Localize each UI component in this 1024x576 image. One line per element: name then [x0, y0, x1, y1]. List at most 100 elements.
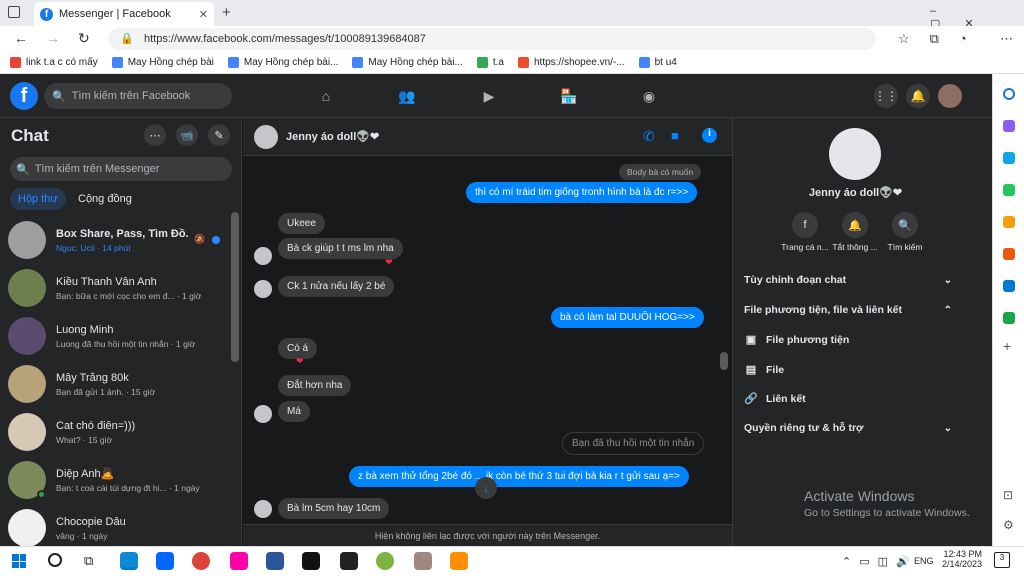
- media-files-row[interactable]: File phương tiện, file và liên kết ⌃: [744, 304, 974, 316]
- messenger-search-input[interactable]: 🔍 Tìm kiếm trên Messenger: [10, 157, 232, 181]
- privacy-row[interactable]: Quyền riêng tư & hỗ trợ ⌄: [744, 422, 974, 434]
- tree-icon[interactable]: [1003, 312, 1015, 324]
- shopping-icon[interactable]: [1003, 152, 1015, 164]
- tools-icon[interactable]: [1003, 184, 1015, 196]
- watch-icon[interactable]: ▶: [480, 88, 498, 104]
- photos-icon[interactable]: [414, 552, 432, 570]
- more-icon[interactable]: ⋯: [1000, 31, 1013, 47]
- conversation-item[interactable]: Kiều Thanh Vân Anh Bạn: bữa c mới cọc ch…: [8, 264, 230, 312]
- sidebar-toggle-icon[interactable]: ⊡: [1003, 488, 1013, 502]
- message-bubble[interactable]: z bà xem thử tổng 2bé đó ... ik còn bé t…: [349, 466, 689, 487]
- games-icon[interactable]: [1003, 216, 1015, 228]
- url-field[interactable]: 🔒 https://www.facebook.com/messages/t/10…: [108, 28, 876, 50]
- new-tab-icon[interactable]: +: [222, 4, 231, 21]
- contact-avatar[interactable]: [254, 125, 278, 149]
- clock[interactable]: 12:43 PM 2/14/2023: [940, 549, 982, 569]
- notifications-icon[interactable]: 🔔: [906, 84, 930, 108]
- bookmark-item[interactable]: link t.a c có mấy: [10, 57, 98, 68]
- notification-center-icon[interactable]: 3: [994, 552, 1010, 568]
- message-bubble[interactable]: Body bà có muốn: [619, 164, 702, 180]
- docs-icon: [227, 57, 239, 68]
- search-icon[interactable]: [1003, 88, 1015, 100]
- start-icon[interactable]: [12, 554, 26, 568]
- conversation-item[interactable]: Mây Trắng 80k Bạn đã gửi 1 ảnh. · 15 giờ: [8, 360, 230, 408]
- browser-tab[interactable]: f Messenger | Facebook ✕: [34, 2, 214, 26]
- marketplace-icon[interactable]: 🏪: [560, 88, 578, 104]
- app-icon[interactable]: [230, 552, 248, 570]
- settings-icon[interactable]: ⚙: [1003, 518, 1014, 532]
- unread-dot: [212, 236, 220, 244]
- media-row[interactable]: ▣ File phương tiện: [744, 333, 974, 347]
- refresh-icon[interactable]: ↻: [78, 30, 90, 47]
- links-row[interactable]: 🔗 Liên kết: [744, 392, 974, 406]
- avatar: [8, 461, 46, 499]
- search-icon[interactable]: [48, 553, 62, 567]
- chat-scrollbar[interactable]: [720, 352, 728, 370]
- message-bubble[interactable]: Đắt hơn nha: [278, 375, 352, 396]
- file-row[interactable]: ▤ File: [744, 363, 974, 377]
- conversation-item[interactable]: Luong Minh Luong đã thu hồi một tin nhắn…: [8, 312, 230, 360]
- paint-icon[interactable]: [376, 552, 394, 570]
- contact-name[interactable]: Jenny áo doll👽❤: [286, 130, 379, 143]
- bookmark-item[interactable]: https://shopee.vn/-...: [518, 57, 625, 68]
- bookmark-item[interactable]: bt u4: [638, 57, 677, 68]
- tab-actions-icon[interactable]: [8, 6, 20, 18]
- lock-icon[interactable]: 🔒: [120, 32, 134, 45]
- info-icon[interactable]: i: [702, 128, 717, 143]
- avatar: [8, 509, 46, 546]
- message-bubble[interactable]: Ck 1 nửa nếu lấy 2 bé: [278, 276, 395, 297]
- language-indicator[interactable]: ENG: [914, 556, 934, 566]
- search-action[interactable]: 🔍 Tìm kiếm: [875, 212, 935, 252]
- facebook-search[interactable]: 🔍 Tìm kiếm trên Facebook: [44, 83, 232, 109]
- edge-icon[interactable]: [120, 552, 138, 570]
- bookmark-item[interactable]: May Hồng chép bài...: [227, 57, 338, 68]
- tray-icons[interactable]: ⌃▭◫🔊: [842, 555, 918, 568]
- conversation-item[interactable]: Cat chó điên=))) What? · 15 giờ: [8, 408, 230, 456]
- discover-icon[interactable]: [1003, 120, 1015, 132]
- tab-inbox[interactable]: Hộp thư: [10, 188, 66, 210]
- home-icon[interactable]: ⌂: [317, 88, 335, 104]
- office-icon[interactable]: [1003, 248, 1015, 260]
- new-message-icon[interactable]: ✎: [208, 124, 230, 146]
- menu-icon[interactable]: ⋮⋮: [874, 84, 898, 108]
- word-icon[interactable]: [266, 552, 284, 570]
- task-view-icon[interactable]: ⧉: [84, 553, 93, 569]
- message-bubble[interactable]: Ukeee: [278, 213, 325, 234]
- zalo-icon[interactable]: [156, 552, 174, 570]
- conversation-item[interactable]: Box Share, Pass, Tìm Đồ. Ngọc: Ucii · 14…: [8, 216, 230, 264]
- message-bubble[interactable]: Bà lm 5cm hay 10cm: [278, 498, 390, 519]
- forward-icon[interactable]: →: [46, 30, 60, 46]
- groups-icon[interactable]: ◉: [640, 88, 658, 104]
- video-icon[interactable]: ■: [671, 128, 679, 143]
- profile-avatar[interactable]: [938, 84, 962, 108]
- avatar: [8, 221, 46, 259]
- message-bubble[interactable]: bà có làm tal DUUÔI HOG=>>: [551, 307, 704, 328]
- bookmark-item[interactable]: t.a: [476, 57, 504, 68]
- video-call-icon[interactable]: 📹: [176, 124, 198, 146]
- tiktok-icon[interactable]: [302, 552, 320, 570]
- chrome-icon[interactable]: [192, 552, 210, 570]
- phone-icon[interactable]: ✆: [643, 128, 655, 145]
- message-bubble[interactable]: Má: [278, 401, 310, 422]
- folder-icon[interactable]: [450, 552, 468, 570]
- conversation-item[interactable]: Chocopie Dâu vâng · 1 ngày: [8, 504, 230, 546]
- options-icon[interactable]: ⋯: [144, 124, 166, 146]
- tab-community[interactable]: Cộng đồng: [70, 188, 140, 210]
- add-icon[interactable]: +: [1003, 338, 1011, 354]
- bookmark-item[interactable]: May Hồng chép bài...: [352, 57, 463, 68]
- search-icon: 🔍: [892, 212, 918, 238]
- back-icon[interactable]: ←: [14, 30, 28, 46]
- browser-toolbar-icons[interactable]: ☆⧉◔: [898, 31, 987, 47]
- message-bubble[interactable]: thì có mí tráid tim giống tronh hình bà …: [466, 182, 698, 203]
- customize-chat-row[interactable]: Tùy chỉnh đoạn chat ⌄: [744, 274, 974, 286]
- scroll-down-icon[interactable]: ↓: [475, 477, 497, 499]
- conversation-item[interactable]: Diệp Anh🙇 Bạn: t coá cái túi dựng đt hi.…: [8, 456, 230, 504]
- capcut-icon[interactable]: [340, 552, 358, 570]
- facebook-logo[interactable]: f: [10, 82, 38, 110]
- bookmark-item[interactable]: May Hồng chép bài: [111, 57, 214, 68]
- close-tab-icon[interactable]: ✕: [199, 8, 208, 21]
- sidebar-scrollbar[interactable]: [231, 212, 239, 362]
- outlook-icon[interactable]: [1003, 280, 1015, 292]
- message-bubble[interactable]: Bà ck giúp t t ms lm nha: [278, 238, 403, 259]
- friends-icon[interactable]: 👥: [398, 88, 416, 104]
